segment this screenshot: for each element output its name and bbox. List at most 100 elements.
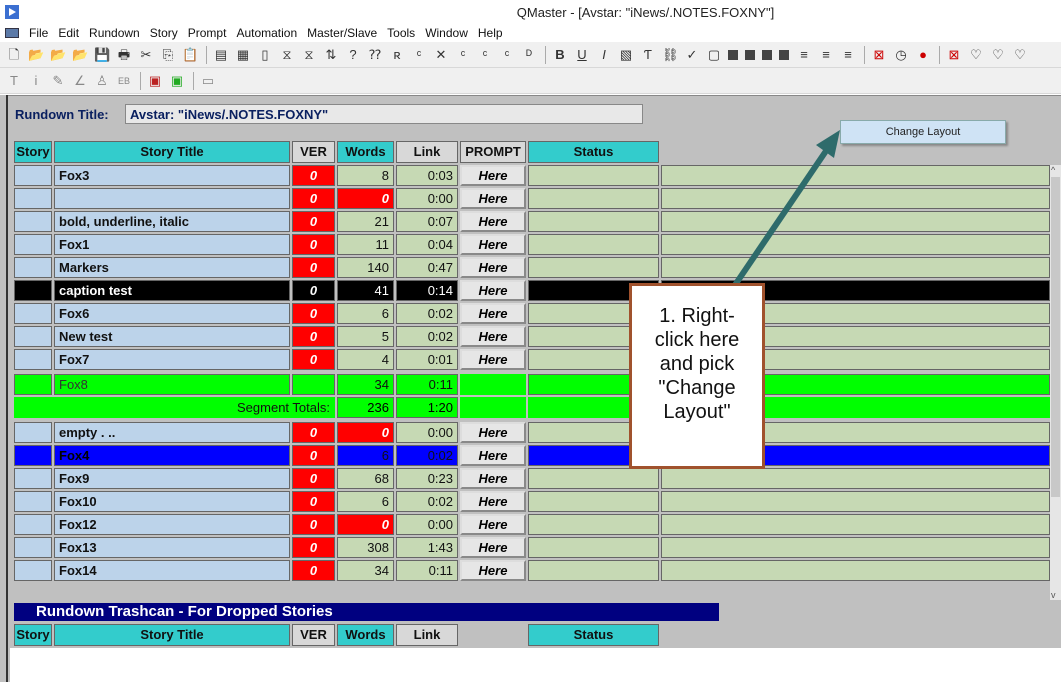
row-words[interactable]: 8: [337, 165, 394, 186]
menu-window[interactable]: Window: [420, 26, 473, 40]
info-icon[interactable]: i: [28, 73, 44, 89]
cc-4-icon[interactable]: ᶜ: [499, 47, 515, 63]
underline-icon[interactable]: U: [574, 47, 590, 63]
row-words[interactable]: 41: [337, 280, 394, 301]
row-status[interactable]: [528, 491, 659, 512]
marker-2-icon[interactable]: ♡: [990, 47, 1006, 63]
context-help-icon[interactable]: ⁇: [367, 47, 383, 63]
row-link[interactable]: 0:04: [396, 234, 458, 255]
row-status[interactable]: [528, 514, 659, 535]
row-link[interactable]: 0:01: [396, 349, 458, 370]
prompt-here-button[interactable]: Here: [460, 445, 526, 466]
print-icon[interactable]: 🖶: [116, 47, 132, 63]
cut-icon[interactable]: ✂: [138, 47, 154, 63]
text-icon[interactable]: T: [6, 73, 22, 89]
row-ver[interactable]: 0: [292, 280, 335, 301]
italic-icon[interactable]: I: [596, 47, 612, 63]
person-icon[interactable]: ♙: [94, 73, 110, 89]
row-story-title[interactable]: Fox6: [54, 303, 290, 324]
row-link[interactable]: 0:00: [396, 188, 458, 209]
row-ver[interactable]: 0: [292, 234, 335, 255]
row-story-cell[interactable]: [14, 257, 52, 278]
row-status[interactable]: [528, 211, 659, 232]
marker-icon[interactable]: ♡: [968, 47, 984, 63]
row-story-title[interactable]: Fox13: [54, 537, 290, 558]
row-story-title[interactable]: Fox3: [54, 165, 290, 186]
menu-master-slave[interactable]: Master/Slave: [302, 26, 382, 40]
open-folder-icon[interactable]: 📂: [28, 47, 44, 63]
row-story-cell[interactable]: [14, 560, 52, 581]
row-ver[interactable]: 0: [292, 560, 335, 581]
prompt-here-button[interactable]: Here: [460, 257, 526, 278]
row-link[interactable]: 0:11: [396, 560, 458, 581]
trash-header-words[interactable]: Words: [337, 624, 394, 646]
row-ver[interactable]: 0: [292, 188, 335, 209]
save-icon[interactable]: 💾: [94, 47, 110, 63]
row-story-cell[interactable]: [14, 188, 52, 209]
scroll-down-icon[interactable]: v: [1051, 590, 1056, 600]
align-right-icon[interactable]: ≡: [840, 47, 856, 63]
eb-icon[interactable]: EB: [116, 73, 132, 89]
trashcan-list[interactable]: [10, 648, 1061, 682]
row-words[interactable]: 0: [337, 188, 394, 209]
row-words[interactable]: 4: [337, 349, 394, 370]
row-story-title[interactable]: Fox9: [54, 468, 290, 489]
cc-2-icon[interactable]: ᶜ: [455, 47, 471, 63]
row-words[interactable]: 140: [337, 257, 394, 278]
row-status[interactable]: [528, 257, 659, 278]
row-words[interactable]: 6: [337, 303, 394, 324]
prompt-here-button[interactable]: Here: [460, 211, 526, 232]
menu-edit[interactable]: Edit: [53, 26, 84, 40]
grid-icon[interactable]: ▦: [235, 47, 251, 63]
vertical-scrollbar[interactable]: ^ v: [1050, 165, 1061, 600]
cc-5-icon[interactable]: ᴰ: [521, 47, 537, 63]
row-ver[interactable]: 0: [292, 468, 335, 489]
row-story-cell[interactable]: [14, 374, 52, 395]
row-ver[interactable]: 0: [292, 211, 335, 232]
row-story-title[interactable]: [54, 188, 290, 209]
row-story-title[interactable]: bold, underline, italic: [54, 211, 290, 232]
row-story-title[interactable]: Fox7: [54, 349, 290, 370]
row-status[interactable]: [528, 165, 659, 186]
align-left-icon[interactable]: ≡: [796, 47, 812, 63]
rundown-icon[interactable]: ▤: [213, 47, 229, 63]
header-link[interactable]: Link: [396, 141, 458, 163]
row-status[interactable]: [528, 234, 659, 255]
prompt-here-button[interactable]: Here: [460, 188, 526, 209]
edit-icon[interactable]: ∠: [72, 73, 88, 89]
trash-header-story-title[interactable]: Story Title: [54, 624, 290, 646]
row-story-title[interactable]: Fox14: [54, 560, 290, 581]
monitor-icon[interactable]: ▭: [200, 73, 216, 89]
scroll-thumb[interactable]: [1051, 177, 1060, 497]
header-status[interactable]: Status: [528, 141, 659, 163]
row-ver[interactable]: 0: [292, 303, 335, 324]
box-outline-icon[interactable]: ▢: [706, 47, 722, 63]
prompt-here-button[interactable]: Here: [460, 514, 526, 535]
row-story-title[interactable]: Fox1: [54, 234, 290, 255]
row-ver[interactable]: 0: [292, 537, 335, 558]
prompt-here-button[interactable]: Here: [460, 537, 526, 558]
clock-icon[interactable]: ◷: [893, 47, 909, 63]
row-link[interactable]: 0:23: [396, 468, 458, 489]
row-ver[interactable]: 0: [292, 326, 335, 347]
row-link[interactable]: 0:47: [396, 257, 458, 278]
color-box-3-icon[interactable]: [762, 49, 772, 60]
cc-icon[interactable]: ᶜ: [411, 47, 427, 63]
highlight-icon[interactable]: ▧: [618, 47, 634, 63]
row-story-cell[interactable]: [14, 349, 52, 370]
trash-header-link[interactable]: Link: [396, 624, 458, 646]
header-prompt[interactable]: PROMPT: [460, 141, 526, 163]
row-ver[interactable]: 0: [292, 349, 335, 370]
menu-automation[interactable]: Automation: [231, 26, 302, 40]
row-link[interactable]: 0:02: [396, 303, 458, 324]
page-icon[interactable]: ▯: [257, 47, 273, 63]
row-ver[interactable]: 0: [292, 491, 335, 512]
row-story-title[interactable]: Fox4: [54, 445, 290, 466]
row-ver[interactable]: 0: [292, 445, 335, 466]
row-words[interactable]: 0: [337, 422, 394, 443]
filter-2-icon[interactable]: ⧖: [301, 47, 317, 63]
header-words[interactable]: Words: [337, 141, 394, 163]
row-story-title[interactable]: Fox12: [54, 514, 290, 535]
row-story-cell[interactable]: [14, 280, 52, 301]
row-ver[interactable]: 0: [292, 514, 335, 535]
